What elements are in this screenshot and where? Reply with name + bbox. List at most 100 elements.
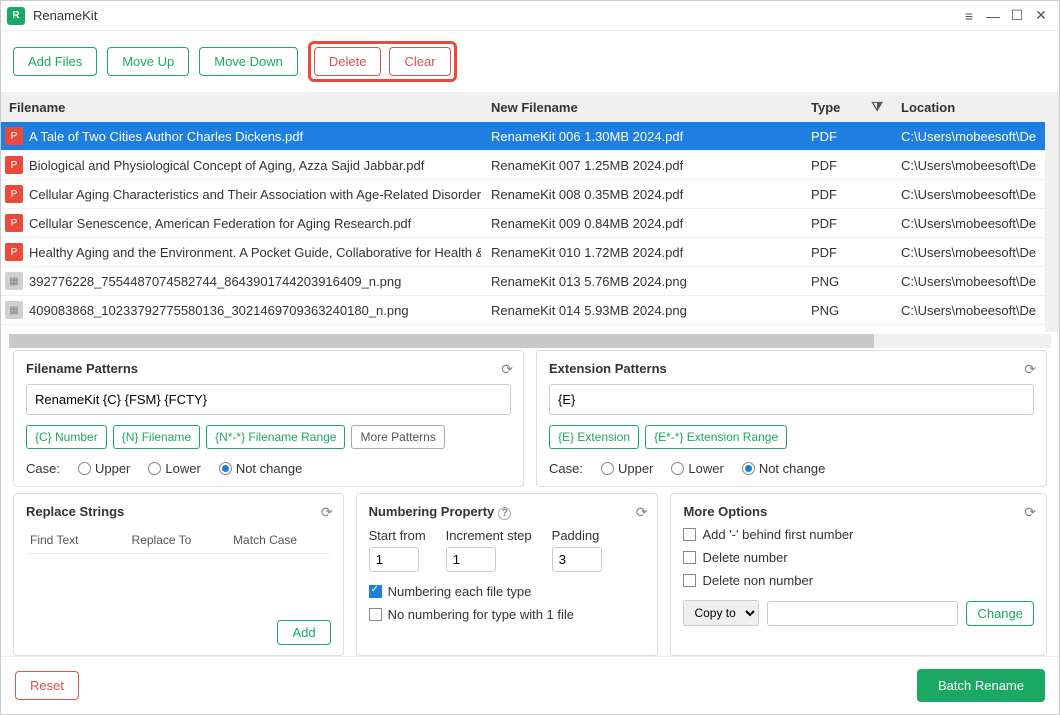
footer: Reset Batch Rename bbox=[1, 656, 1059, 714]
pdf-file-icon: P bbox=[5, 156, 23, 174]
delete-non-number-checkbox[interactable] bbox=[683, 574, 696, 587]
minimize-icon[interactable]: — bbox=[981, 8, 1005, 24]
extension-patterns-panel: ⟳ Extension Patterns {E} Extension {E*-*… bbox=[536, 350, 1047, 487]
refresh-icon[interactable]: ⟳ bbox=[501, 361, 513, 378]
padding-label: Padding bbox=[552, 528, 602, 543]
more-patterns-button[interactable]: More Patterns bbox=[351, 425, 444, 449]
batch-rename-button[interactable]: Batch Rename bbox=[917, 669, 1045, 702]
extension-patterns-title: Extension Patterns bbox=[549, 361, 1034, 376]
new-filename-cell: RenameKit 008 0.35MB 2024.pdf bbox=[481, 187, 801, 202]
filename-cell: Cellular Senescence, American Federation… bbox=[29, 216, 411, 231]
token-filename-range[interactable]: {N*-*} Filename Range bbox=[206, 425, 345, 449]
filename-cell: 392776228_7554487074582744_8643901744203… bbox=[29, 274, 401, 289]
match-case-header: Match Case bbox=[229, 533, 331, 547]
filter-icon[interactable]: ⧩ bbox=[871, 99, 883, 115]
refresh-icon[interactable]: ⟳ bbox=[1024, 361, 1036, 378]
menu-icon[interactable]: ≡ bbox=[957, 8, 981, 24]
location-cell: C:\Users\mobeesoft\De bbox=[891, 187, 1045, 202]
numbering-each-type-checkbox[interactable] bbox=[369, 585, 382, 598]
case-notchange-radio[interactable]: Not change bbox=[219, 461, 303, 476]
token-extension-range[interactable]: {E*-*} Extension Range bbox=[645, 425, 787, 449]
copy-to-select[interactable]: Copy to bbox=[683, 600, 759, 626]
filename-pattern-input[interactable] bbox=[26, 384, 511, 415]
type-cell: PNG bbox=[801, 274, 891, 289]
close-icon[interactable]: ✕ bbox=[1029, 7, 1053, 24]
padding-input[interactable] bbox=[552, 547, 602, 572]
start-from-input[interactable] bbox=[369, 547, 419, 572]
add-files-button[interactable]: Add Files bbox=[13, 47, 97, 76]
delete-number-checkbox[interactable] bbox=[683, 551, 696, 564]
delete-button[interactable]: Delete bbox=[314, 47, 382, 76]
filename-cell: Biological and Physiological Concept of … bbox=[29, 158, 424, 173]
change-button[interactable]: Change bbox=[966, 601, 1034, 626]
location-cell: C:\Users\mobeesoft\De bbox=[891, 158, 1045, 173]
table-row[interactable]: PA Tale of Two Cities Author Charles Dic… bbox=[1, 122, 1045, 151]
case-upper-radio[interactable]: Upper bbox=[78, 461, 130, 476]
pdf-file-icon: P bbox=[5, 214, 23, 232]
case-lower-radio[interactable]: Lower bbox=[148, 461, 200, 476]
app-icon: R bbox=[7, 7, 25, 25]
table-row[interactable]: P Biological and Physiological Concept of… bbox=[1, 151, 1045, 180]
add-replace-button[interactable]: Add bbox=[277, 620, 330, 645]
increment-input[interactable] bbox=[446, 547, 496, 572]
png-file-icon: ▦ bbox=[5, 272, 23, 290]
more-options-title: More Options bbox=[683, 504, 1034, 519]
reset-button[interactable]: Reset bbox=[15, 671, 79, 700]
location-cell: C:\Users\mobeesoft\De bbox=[891, 216, 1045, 231]
refresh-icon[interactable]: ⟳ bbox=[321, 504, 333, 521]
add-dash-checkbox[interactable] bbox=[683, 528, 696, 541]
case-label: Case: bbox=[26, 461, 60, 476]
header-filename[interactable]: Filename bbox=[1, 100, 481, 115]
new-filename-cell: RenameKit 007 1.25MB 2024.pdf bbox=[481, 158, 801, 173]
extension-pattern-input[interactable] bbox=[549, 384, 1034, 415]
more-options-panel: ⟳ More Options Add '-' behind first numb… bbox=[670, 493, 1047, 656]
header-type[interactable]: Type ⧩ bbox=[801, 99, 891, 115]
new-filename-cell: RenameKit 006 1.30MB 2024.pdf bbox=[481, 129, 801, 144]
copy-to-path-input[interactable] bbox=[767, 601, 958, 626]
location-cell: C:\Users\mobeesoft\De bbox=[891, 245, 1045, 260]
filename-cell: A Tale of Two Cities Author Charles Dick… bbox=[29, 129, 303, 144]
table-row[interactable]: ▦409083868_10233792775580136_30214697093… bbox=[1, 296, 1045, 325]
clear-button[interactable]: Clear bbox=[389, 47, 450, 76]
case-label: Case: bbox=[549, 461, 583, 476]
file-grid: Filename New Filename Type ⧩ Location PA… bbox=[1, 92, 1059, 350]
ext-case-notchange-radio[interactable]: Not change bbox=[742, 461, 826, 476]
start-from-label: Start from bbox=[369, 528, 426, 543]
maximize-icon[interactable]: ☐ bbox=[1005, 7, 1029, 24]
ext-case-lower-radio[interactable]: Lower bbox=[671, 461, 723, 476]
filename-patterns-title: Filename Patterns bbox=[26, 361, 511, 376]
header-location[interactable]: Location bbox=[891, 100, 1045, 115]
table-row[interactable]: ▦ 392776228_7554487074582744_864390174420… bbox=[1, 267, 1045, 296]
type-cell: PDF bbox=[801, 187, 891, 202]
token-c-number[interactable]: {C} Number bbox=[26, 425, 107, 449]
replace-strings-title: Replace Strings bbox=[26, 504, 331, 519]
table-row[interactable]: P Cellular Senescence, American Federatio… bbox=[1, 209, 1045, 238]
move-up-button[interactable]: Move Up bbox=[107, 47, 189, 76]
filename-cell: Cellular Aging Characteristics and Their… bbox=[29, 187, 481, 202]
vertical-scrollbar[interactable] bbox=[1045, 92, 1059, 332]
replace-strings-panel: ⟳ Replace Strings Find Text Replace To M… bbox=[13, 493, 344, 656]
location-cell: C:\Users\mobeesoft\De bbox=[891, 303, 1045, 318]
refresh-icon[interactable]: ⟳ bbox=[636, 504, 648, 521]
type-cell: PDF bbox=[801, 129, 891, 144]
token-e-extension[interactable]: {E} Extension bbox=[549, 425, 639, 449]
ext-case-upper-radio[interactable]: Upper bbox=[601, 461, 653, 476]
replace-to-header: Replace To bbox=[128, 533, 230, 547]
horizontal-scrollbar[interactable] bbox=[9, 334, 1051, 348]
header-new-filename[interactable]: New Filename bbox=[481, 100, 801, 115]
table-row[interactable]: PCellular Aging Characteristics and Thei… bbox=[1, 180, 1045, 209]
type-cell: PDF bbox=[801, 216, 891, 231]
numbering-title: Numbering Property? bbox=[369, 504, 646, 520]
no-numbering-single-checkbox[interactable] bbox=[369, 608, 382, 621]
filename-cell: 409083868_10233792775580136_302146970936… bbox=[29, 303, 409, 318]
toolbar: Add Files Move Up Move Down Delete Clear bbox=[1, 31, 1059, 92]
table-row[interactable]: PHealthy Aging and the Environment. A Po… bbox=[1, 238, 1045, 267]
type-cell: PDF bbox=[801, 158, 891, 173]
move-down-button[interactable]: Move Down bbox=[199, 47, 298, 76]
find-text-header: Find Text bbox=[26, 533, 128, 547]
location-cell: C:\Users\mobeesoft\De bbox=[891, 129, 1045, 144]
type-cell: PDF bbox=[801, 245, 891, 260]
refresh-icon[interactable]: ⟳ bbox=[1024, 504, 1036, 521]
help-icon[interactable]: ? bbox=[498, 507, 511, 520]
token-n-filename[interactable]: {N} Filename bbox=[113, 425, 200, 449]
